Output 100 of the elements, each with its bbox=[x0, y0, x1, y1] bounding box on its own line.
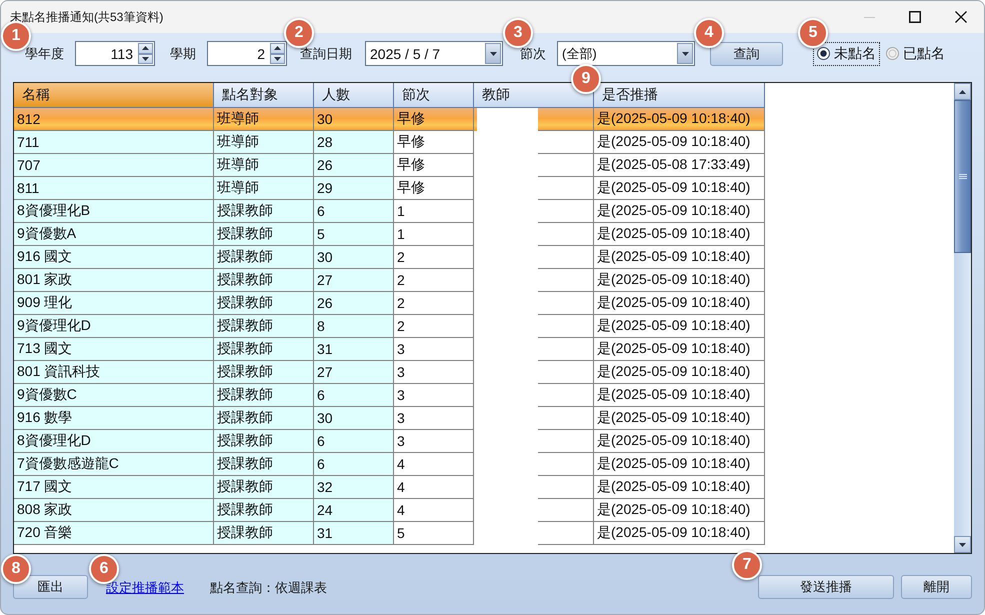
table-cell: 909 理化 bbox=[14, 292, 214, 315]
dropdown-button[interactable] bbox=[677, 43, 693, 64]
table-cell: 27 bbox=[314, 361, 394, 384]
period-dropdown[interactable]: (全部) bbox=[557, 41, 695, 66]
table-cell: 27 bbox=[314, 269, 394, 292]
table-cell: 29 bbox=[314, 177, 394, 200]
table-cell: 9資優數C bbox=[14, 384, 214, 407]
table-cell: 授課教師 bbox=[214, 499, 314, 522]
table-cell: 6 bbox=[314, 384, 394, 407]
table-cell: 26 bbox=[314, 154, 394, 177]
up-triangle-icon bbox=[274, 46, 281, 50]
table-row[interactable]: 713 國文 授課教師 31 3 是(2025-05-09 10:18:40) bbox=[14, 338, 765, 361]
spin-down-button[interactable] bbox=[270, 54, 285, 64]
caret-icon bbox=[490, 52, 496, 56]
down-triangle-icon bbox=[959, 542, 966, 546]
table-cell: 8資優理化D bbox=[14, 430, 214, 453]
column-header[interactable]: 名稱 bbox=[14, 83, 214, 108]
table-row[interactable]: 811 班導師 29 早修 是(2025-05-09 10:18:40) bbox=[14, 177, 765, 200]
minimize-icon bbox=[864, 16, 874, 18]
dropdown-button[interactable] bbox=[485, 43, 501, 64]
radio-option[interactable]: 已點名 bbox=[882, 42, 949, 66]
export-button[interactable]: 匯出 bbox=[13, 575, 88, 599]
scroll-up-button[interactable] bbox=[954, 83, 971, 100]
table-cell: 30 bbox=[314, 407, 394, 430]
table-row[interactable]: 8資優理化D 授課教師 6 3 是(2025-05-09 10:18:40) bbox=[14, 430, 765, 453]
field-label: 學期 bbox=[170, 44, 196, 62]
table-cell: 授課教師 bbox=[214, 384, 314, 407]
table-cell: 授課教師 bbox=[214, 269, 314, 292]
table-row[interactable]: 916 數學 授課教師 30 3 是(2025-05-09 10:18:40) bbox=[14, 407, 765, 430]
table-row[interactable]: 9資優數C 授課教師 6 3 是(2025-05-09 10:18:40) bbox=[14, 384, 765, 407]
table-cell: 授課教師 bbox=[214, 338, 314, 361]
table-cell: 授課教師 bbox=[214, 361, 314, 384]
scrollbar-track[interactable] bbox=[954, 83, 971, 553]
table-row[interactable]: 801 家政 授課教師 27 2 是(2025-05-09 10:18:40) bbox=[14, 269, 765, 292]
callout-badge: 3 bbox=[503, 18, 533, 48]
table-cell: 6 bbox=[314, 430, 394, 453]
table-cell: 808 家政 bbox=[14, 499, 214, 522]
table-cell: 授課教師 bbox=[214, 246, 314, 269]
table-row[interactable]: 808 家政 授課教師 24 4 是(2025-05-09 10:18:40) bbox=[14, 499, 765, 522]
column-header[interactable]: 教師 bbox=[474, 83, 594, 108]
table-cell: 32 bbox=[314, 476, 394, 499]
table-cell: 811 bbox=[14, 177, 214, 200]
table-row[interactable]: 720 音樂 授課教師 31 5 是(2025-05-09 10:18:40) bbox=[14, 522, 765, 545]
table-cell: 授課教師 bbox=[214, 315, 314, 338]
column-header[interactable]: 人數 bbox=[314, 83, 394, 108]
table-row[interactable]: 916 國文 授課教師 30 2 是(2025-05-09 10:18:40) bbox=[14, 246, 765, 269]
table-cell: 班導師 bbox=[214, 177, 314, 200]
table-row[interactable]: 9資優理化D 授課教師 8 2 是(2025-05-09 10:18:40) bbox=[14, 315, 765, 338]
table-cell: 授課教師 bbox=[214, 223, 314, 246]
table-row[interactable]: 8資優理化B 授課教師 6 1 是(2025-05-09 10:18:40) bbox=[14, 200, 765, 223]
caret-icon bbox=[682, 52, 688, 56]
table-cell: 授課教師 bbox=[214, 292, 314, 315]
semester-field[interactable]: 2 bbox=[207, 41, 287, 66]
table-row[interactable]: 909 理化 授課教師 26 2 是(2025-05-09 10:18:40) bbox=[14, 292, 765, 315]
close-dialog-button[interactable]: 離開 bbox=[901, 575, 972, 599]
table-cell: 授課教師 bbox=[214, 522, 314, 545]
table-cell: 720 音樂 bbox=[14, 522, 214, 545]
scroll-thumb[interactable] bbox=[954, 100, 971, 253]
column-header[interactable]: 節次 bbox=[394, 83, 474, 108]
mode-text: 點名查詢：依週課表 bbox=[210, 579, 327, 597]
scroll-down-button[interactable] bbox=[954, 536, 971, 553]
table-cell: 8資優理化B bbox=[14, 200, 214, 223]
table-cell: 31 bbox=[314, 522, 394, 545]
spin-down-button[interactable] bbox=[138, 54, 153, 64]
grip-icon bbox=[958, 174, 966, 179]
table-cell: 801 資訊科技 bbox=[14, 361, 214, 384]
table-cell: 6 bbox=[314, 200, 394, 223]
table-row[interactable]: 707 班導師 26 早修 是(2025-05-08 17:33:49) bbox=[14, 154, 765, 177]
table-cell: 707 bbox=[14, 154, 214, 177]
table-row[interactable]: 7資優數感遊龍C 授課教師 6 4 是(2025-05-09 10:18:40) bbox=[14, 453, 765, 476]
table-cell: 916 數學 bbox=[14, 407, 214, 430]
maximize-icon bbox=[909, 11, 921, 23]
up-triangle-icon bbox=[959, 90, 966, 94]
table-cell: 31 bbox=[314, 338, 394, 361]
table-row[interactable]: 717 國文 授課教師 32 4 是(2025-05-09 10:18:40) bbox=[14, 476, 765, 499]
date-picker-field[interactable]: 2025 / 5 / 7 bbox=[365, 41, 503, 66]
spin-up-button[interactable] bbox=[270, 43, 285, 54]
table-row[interactable]: 711 班導師 28 早修 是(2025-05-09 10:18:40) bbox=[14, 131, 765, 154]
close-icon bbox=[955, 11, 967, 23]
table-cell: 6 bbox=[314, 453, 394, 476]
spin-up-button[interactable] bbox=[138, 43, 153, 54]
table-row[interactable]: 812 班導師 30 早修 是(2025-05-09 10:18:40) bbox=[14, 108, 765, 131]
table-cell: 班導師 bbox=[214, 131, 314, 154]
column-header[interactable]: 是否推播 bbox=[594, 83, 765, 108]
query-button[interactable]: 查詢 bbox=[710, 42, 783, 66]
callout-badge: 7 bbox=[732, 550, 762, 580]
up-triangle-icon bbox=[142, 46, 149, 50]
school-year-field[interactable]: 113 bbox=[75, 41, 155, 66]
table-row[interactable]: 801 資訊科技 授課教師 27 3 是(2025-05-09 10:18:40) bbox=[14, 361, 765, 384]
table-cell: 授課教師 bbox=[214, 453, 314, 476]
column-header[interactable]: 點名對象 bbox=[214, 83, 314, 108]
table-cell: 9資優數A bbox=[14, 223, 214, 246]
table-cell: 801 家政 bbox=[14, 269, 214, 292]
table-row[interactable]: 9資優數A 授課教師 5 1 是(2025-05-09 10:18:40) bbox=[14, 223, 765, 246]
down-triangle-icon bbox=[274, 56, 281, 61]
table-cell: 24 bbox=[314, 499, 394, 522]
table-cell: 班導師 bbox=[214, 154, 314, 177]
redaction-block bbox=[477, 108, 538, 131]
send-push-button[interactable]: 發送推播 bbox=[758, 575, 894, 599]
table-cell: 713 國文 bbox=[14, 338, 214, 361]
